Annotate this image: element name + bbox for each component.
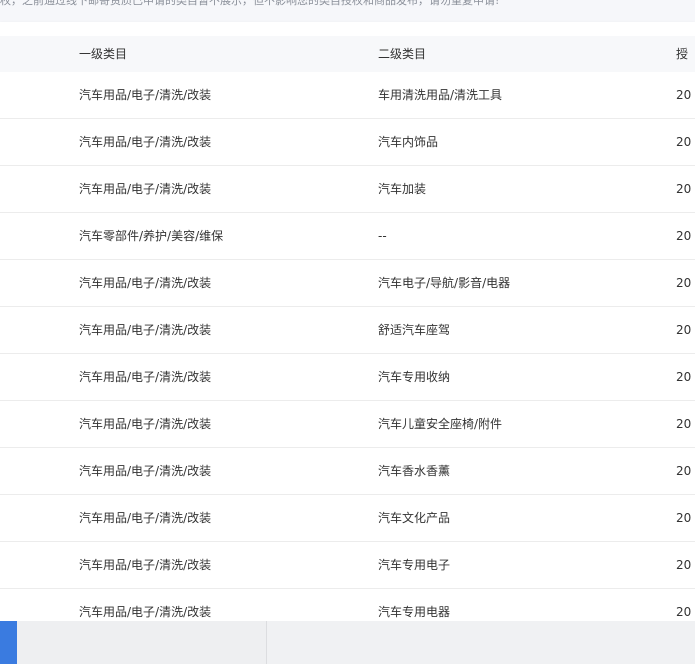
cell-authorization-date: 20 <box>676 323 692 337</box>
cell-secondary-category: 汽车电子/导航/影音/电器 <box>378 276 511 290</box>
table-row: 汽车用品/电子/清洗/改装 汽车专用电器 20 <box>0 589 695 621</box>
table-row: 汽车用品/电子/清洗/改装 汽车香水香薰 20 <box>0 448 695 495</box>
table-row: 汽车用品/电子/清洗/改装 车用清洗用品/清洗工具 20 <box>0 72 695 119</box>
cell-authorization-date: 20 <box>676 464 692 478</box>
cell-authorization-date: 20 <box>676 276 692 290</box>
cell-primary-category: 汽车用品/电子/清洗/改装 <box>79 558 212 572</box>
cell-secondary-category: -- <box>378 229 387 243</box>
notice-banner: 权，之前通过线下邮寄资质已申请的类目暂不展示，但不影响您的类目授权和商品发布，请… <box>0 0 695 22</box>
footer-sidebar-panel <box>17 621 267 664</box>
cell-secondary-category: 汽车文化产品 <box>378 511 451 525</box>
cell-primary-category: 汽车用品/电子/清洗/改装 <box>79 464 212 478</box>
table-row: 汽车用品/电子/清洗/改装 汽车专用电子 20 <box>0 542 695 589</box>
cell-primary-category: 汽车用品/电子/清洗/改装 <box>79 182 212 196</box>
table-row: 汽车用品/电子/清洗/改装 汽车电子/导航/影音/电器 20 <box>0 260 695 307</box>
cell-authorization-date: 20 <box>676 558 692 572</box>
footer-accent-bar <box>0 621 17 664</box>
cell-secondary-category: 车用清洗用品/清洗工具 <box>378 88 503 102</box>
cell-secondary-category: 汽车儿童安全座椅/附件 <box>378 417 503 431</box>
cell-primary-category: 汽车用品/电子/清洗/改装 <box>79 417 212 431</box>
footer-area <box>0 621 695 664</box>
header-primary-category: 一级类目 <box>79 47 128 61</box>
cell-primary-category: 汽车用品/电子/清洗/改装 <box>79 135 212 149</box>
table-row: 汽车用品/电子/清洗/改装 汽车文化产品 20 <box>0 495 695 542</box>
table-row: 汽车用品/电子/清洗/改装 汽车儿童安全座椅/附件 20 <box>0 401 695 448</box>
table-row: 汽车用品/电子/清洗/改装 汽车加装 20 <box>0 166 695 213</box>
cell-authorization-date: 20 <box>676 182 692 196</box>
cell-authorization-date: 20 <box>676 135 692 149</box>
table-row: 汽车零部件/养护/美容/维保 -- 20 <box>0 213 695 260</box>
cell-primary-category: 汽车用品/电子/清洗/改装 <box>79 323 212 337</box>
cell-primary-category: 汽车用品/电子/清洗/改装 <box>79 276 212 290</box>
cell-primary-category: 汽车零部件/养护/美容/维保 <box>79 229 224 243</box>
cell-secondary-category: 汽车加装 <box>378 182 427 196</box>
cell-authorization-date: 20 <box>676 88 692 102</box>
table-row: 汽车用品/电子/清洗/改装 汽车内饰品 20 <box>0 119 695 166</box>
cell-secondary-category: 舒适汽车座驾 <box>378 323 451 337</box>
category-table: 一级类目 二级类目 授 汽车用品/电子/清洗/改装 车用清洗用品/清洗工具 20 汽车… <box>0 22 695 621</box>
table-row: 汽车用品/电子/清洗/改装 舒适汽车座驾 20 <box>0 307 695 354</box>
cell-primary-category: 汽车用品/电子/清洗/改装 <box>79 88 212 102</box>
category-authorization-page: 权，之前通过线下邮寄资质已申请的类目暂不展示，但不影响您的类目授权和商品发布，请… <box>0 0 695 664</box>
cell-authorization-date: 20 <box>676 229 692 243</box>
header-secondary-category: 二级类目 <box>378 47 427 61</box>
cell-primary-category: 汽车用品/电子/清洗/改装 <box>79 370 212 384</box>
header-authorization-date: 授 <box>676 47 689 61</box>
cell-authorization-date: 20 <box>676 605 692 619</box>
cell-authorization-date: 20 <box>676 417 692 431</box>
notice-text: 权，之前通过线下邮寄资质已申请的类目暂不展示，但不影响您的类目授权和商品发布，请… <box>0 0 500 7</box>
cell-secondary-category: 汽车香水香薰 <box>378 464 451 478</box>
cell-secondary-category: 汽车内饰品 <box>378 135 439 149</box>
cell-authorization-date: 20 <box>676 511 692 525</box>
cell-secondary-category: 汽车专用电器 <box>378 605 451 619</box>
cell-authorization-date: 20 <box>676 370 692 384</box>
cell-primary-category: 汽车用品/电子/清洗/改装 <box>79 605 212 619</box>
table-header: 一级类目 二级类目 授 <box>0 36 695 72</box>
cell-primary-category: 汽车用品/电子/清洗/改装 <box>79 511 212 525</box>
table-row: 汽车用品/电子/清洗/改装 汽车专用收纳 20 <box>0 354 695 401</box>
cell-secondary-category: 汽车专用收纳 <box>378 370 451 384</box>
cell-secondary-category: 汽车专用电子 <box>378 558 451 572</box>
